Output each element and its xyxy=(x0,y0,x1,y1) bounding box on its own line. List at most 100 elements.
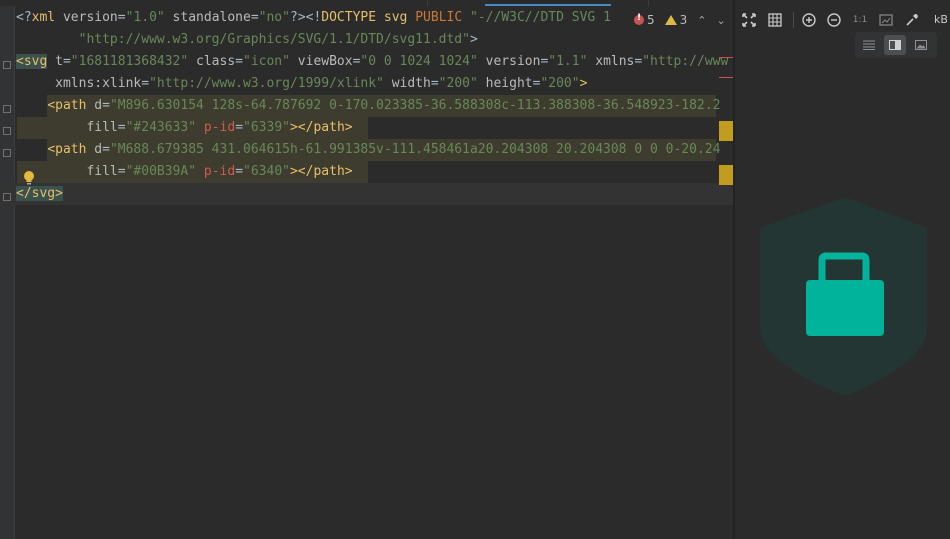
zoom-in-icon[interactable] xyxy=(802,13,816,27)
code-token: "1.0" xyxy=(125,10,165,25)
code-token: </svg> xyxy=(16,186,63,201)
code-token: <! xyxy=(305,10,322,25)
code-line[interactable]: </svg> xyxy=(0,183,733,205)
code-text[interactable]: <path d="M896.630154 128s-64.787692 0-17… xyxy=(16,95,720,117)
code-token: "#00B39A" xyxy=(125,164,197,179)
editor-only-button[interactable] xyxy=(858,35,880,55)
code-line[interactable]: <path d="M896.630154 128s-64.787692 0-17… xyxy=(0,95,733,117)
code-token: "0 0 1024 1024" xyxy=(360,54,478,69)
warning-stripe-marker[interactable] xyxy=(719,121,733,141)
error-icon xyxy=(634,13,644,25)
code-token: = xyxy=(235,120,244,135)
fold-marker-icon[interactable] xyxy=(3,127,11,135)
code-token: <? xyxy=(16,10,32,25)
grid-icon[interactable] xyxy=(768,13,782,27)
fit-zoom-icon[interactable] xyxy=(742,13,756,27)
fold-marker-icon[interactable] xyxy=(3,193,11,201)
code-line[interactable]: "http://www.w3.org/Graphics/SVG/1.1/DTD/… xyxy=(0,29,733,51)
code-token: ?> xyxy=(289,10,306,25)
code-token: "M688.679385 431.064615h-61.991385v-111.… xyxy=(109,142,721,157)
view-mode-switcher xyxy=(855,32,937,58)
code-token: <path xyxy=(47,142,95,157)
warning-stripe-marker[interactable] xyxy=(719,165,733,185)
code-token: svg xyxy=(383,10,416,25)
fold-marker-icon[interactable] xyxy=(3,105,11,113)
code-token: standalone xyxy=(164,10,251,25)
code-token: fill xyxy=(86,120,118,135)
code-token: = xyxy=(235,54,243,69)
svg-preview-panel: 1:1 kB xyxy=(735,0,950,539)
error-stripe-marker[interactable] xyxy=(719,57,733,58)
code-text[interactable]: <svg t="1681181368432" class="icon" view… xyxy=(16,51,728,73)
code-text[interactable]: xmlns:xlink="http://www.w3.org/1999/xlin… xyxy=(16,73,587,95)
code-text[interactable]: <?xml version="1.0" standalone="no"?><!D… xyxy=(16,7,611,29)
code-line[interactable]: <?xml version="1.0" standalone="no"?><!D… xyxy=(0,7,733,29)
code-token: fill xyxy=(86,164,118,179)
code-text[interactable]: "http://www.w3.org/Graphics/SVG/1.1/DTD/… xyxy=(16,29,478,51)
code-token: t xyxy=(47,54,63,69)
code-line[interactable]: <path d="M688.679385 431.064615h-61.9913… xyxy=(0,139,733,161)
code-line[interactable]: <svg t="1681181368432" class="icon" view… xyxy=(0,51,733,73)
code-token: d xyxy=(94,98,103,113)
code-token: p-id xyxy=(196,164,236,179)
code-token: = xyxy=(235,164,244,179)
code-token: "http://www.w3.org/Graphics/SVG/1.1/DTD/… xyxy=(78,32,470,47)
code-token: xmlns xyxy=(587,54,635,69)
code-token: = xyxy=(430,76,439,91)
code-token: = xyxy=(102,98,110,113)
inspection-widget[interactable]: 5 3 ⌃ ⌄ xyxy=(630,10,733,30)
code-line[interactable]: xmlns:xlink="http://www.w3.org/1999/xlin… xyxy=(0,73,733,95)
code-token: <svg xyxy=(16,54,48,69)
fold-marker-icon[interactable] xyxy=(3,149,11,157)
code-token: version xyxy=(62,10,118,25)
shield-lock-preview xyxy=(760,197,927,396)
code-token: "1.1" xyxy=(548,54,588,69)
code-text[interactable]: </svg> xyxy=(16,183,63,205)
code-token: "-//W3C//DTD SVG 1 xyxy=(470,10,611,25)
code-token: xml xyxy=(31,10,63,25)
code-token: d xyxy=(94,142,103,157)
code-text[interactable]: fill="#00B39A" p-id="6340"></path> xyxy=(16,161,352,183)
code-token: "http://www xyxy=(642,54,729,69)
code-token: "200" xyxy=(540,76,580,91)
preview-only-button[interactable] xyxy=(910,35,932,55)
code-token: height xyxy=(477,76,533,91)
code-token: = xyxy=(250,10,259,25)
zoom-out-icon[interactable] xyxy=(827,13,841,27)
code-token: = xyxy=(102,142,110,157)
lines-icon xyxy=(863,40,875,50)
warning-count: 3 xyxy=(679,13,688,27)
code-text[interactable]: <path d="M688.679385 431.064615h-61.9913… xyxy=(16,139,720,161)
code-token: > xyxy=(469,32,478,47)
chevron-down-icon[interactable]: ⌄ xyxy=(717,14,726,27)
code-line[interactable]: fill="#243633" p-id="6339"></path> xyxy=(0,117,733,139)
toolbar-separator xyxy=(793,12,794,28)
code-token: = xyxy=(141,76,150,91)
code-line[interactable]: fill="#00B39A" p-id="6340"></path> xyxy=(0,161,733,183)
background-chessboard-icon[interactable] xyxy=(879,13,893,27)
code-token: "6340" xyxy=(243,164,290,179)
fold-marker-icon[interactable] xyxy=(3,61,11,69)
lock-body xyxy=(806,280,884,336)
code-token: = xyxy=(117,10,126,25)
code-token: xmlns:xlink xyxy=(55,76,142,91)
preview-toolbar: 1:1 kB xyxy=(735,6,950,34)
code-editor[interactable]: <?xml version="1.0" standalone="no"?><!D… xyxy=(0,6,733,539)
error-count: 5 xyxy=(647,13,655,27)
code-token: "200" xyxy=(438,76,478,91)
color-picker-icon[interactable] xyxy=(905,13,919,27)
split-view-button[interactable] xyxy=(884,35,906,55)
actual-size-button[interactable]: 1:1 xyxy=(851,13,869,27)
code-token: viewBox xyxy=(289,54,353,69)
code-token: "6339" xyxy=(243,120,290,135)
code-token: <path xyxy=(47,98,95,113)
chevron-up-icon[interactable]: ⌃ xyxy=(697,14,706,27)
error-stripe-marker[interactable] xyxy=(719,77,733,78)
code-text[interactable]: fill="#243633" p-id="6339"></path> xyxy=(16,117,352,139)
lightbulb-icon[interactable] xyxy=(22,170,36,186)
code-token: p-id xyxy=(196,120,236,135)
code-token: PUBLIC xyxy=(415,10,471,25)
